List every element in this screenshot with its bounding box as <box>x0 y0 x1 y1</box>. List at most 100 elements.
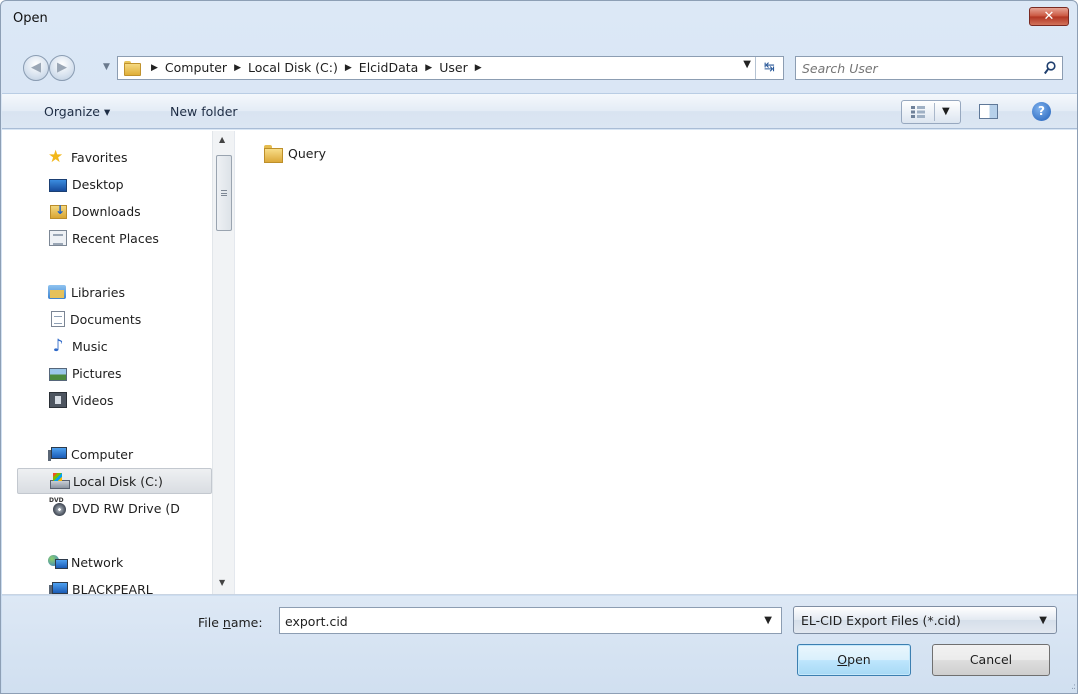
content-panes: ★ Favorites Desktop Downloads Recent Pla… <box>2 130 1077 595</box>
cancel-button[interactable]: Cancel <box>932 644 1050 676</box>
navigation-scrollbar[interactable]: ▲ ▼ <box>212 131 234 594</box>
breadcrumb-local-disk[interactable]: Local Disk (C:) <box>248 60 338 75</box>
sidebar-item-label: Local Disk (C:) <box>73 473 163 489</box>
star-icon: ★ <box>48 147 64 167</box>
open-button-accelerator: O <box>837 652 848 667</box>
open-button-label: pen <box>847 652 871 667</box>
computer-icon <box>49 581 68 594</box>
pane-divider[interactable] <box>234 131 235 594</box>
file-name-label-accelerator: n <box>222 615 231 630</box>
downloads-icon <box>49 203 67 219</box>
sidebar-item-label: Pictures <box>72 365 122 381</box>
new-folder-button[interactable]: New folder <box>170 104 238 119</box>
address-bar[interactable]: ▶ Computer ▶ Local Disk (C:) ▶ ElcidData… <box>117 56 784 80</box>
back-arrow-icon: ◀ <box>31 60 41 75</box>
file-name-label-part: ame: <box>230 615 263 630</box>
sidebar-item-dvd-drive[interactable]: DVD RW Drive (D <box>17 495 212 521</box>
back-button[interactable]: ◀ <box>23 55 49 81</box>
open-dialog: Open ✕ ◀ ▶ ▼ ▶ Computer ▶ Local Disk (C:… <box>0 0 1078 694</box>
close-icon: ✕ <box>1043 9 1055 24</box>
sidebar-item-music[interactable]: ♪ Music <box>17 333 212 359</box>
sidebar-item-label: Computer <box>71 446 134 462</box>
close-button[interactable]: ✕ <box>1029 7 1069 26</box>
file-name: Query <box>288 145 326 161</box>
breadcrumb: ▶ Computer ▶ Local Disk (C:) ▶ ElcidData… <box>144 60 489 75</box>
folder-icon <box>124 61 141 76</box>
sidebar-item-label: Favorites <box>71 149 128 165</box>
file-name-label: File name: <box>198 615 263 630</box>
sidebar-item-blackpearl[interactable]: BLACKPEARL <box>17 576 212 594</box>
search-icon[interactable] <box>1044 61 1056 75</box>
search-box[interactable] <box>795 56 1063 80</box>
open-button[interactable]: Open <box>797 644 911 676</box>
file-list: Query <box>236 131 1077 594</box>
scroll-down-icon[interactable]: ▼ <box>219 578 225 587</box>
breadcrumb-separator-icon[interactable]: ▶ <box>345 63 352 73</box>
sidebar-item-documents[interactable]: Documents <box>17 306 212 332</box>
sidebar-item-desktop[interactable]: Desktop <box>17 171 212 197</box>
change-view-button[interactable]: ▼ <box>901 100 961 124</box>
breadcrumb-computer[interactable]: Computer <box>165 60 227 75</box>
scrollbar-thumb[interactable] <box>216 155 232 231</box>
sidebar-item-label: Music <box>72 338 108 354</box>
navigation-pane: ★ Favorites Desktop Downloads Recent Pla… <box>17 131 234 594</box>
local-disk-icon <box>50 473 70 489</box>
preview-pane-icon[interactable] <box>979 104 998 119</box>
navigation-row: ◀ ▶ ▼ ▶ Computer ▶ Local Disk (C:) ▶ Elc… <box>1 48 1077 88</box>
grip-icon <box>221 190 227 196</box>
breadcrumb-separator-icon[interactable]: ▶ <box>234 63 241 73</box>
help-icon[interactable]: ? <box>1032 102 1051 121</box>
sidebar-item-computer[interactable]: Computer <box>17 441 212 467</box>
forward-arrow-icon: ▶ <box>57 60 67 75</box>
sidebar-item-recent-places[interactable]: Recent Places <box>17 225 212 251</box>
sidebar-item-label: BLACKPEARL <box>72 581 153 595</box>
resize-grip-icon[interactable]: .: <box>1071 682 1076 692</box>
sidebar-item-local-disk[interactable]: Local Disk (C:) <box>17 468 212 494</box>
sidebar-item-label: Network <box>71 554 124 570</box>
file-type-value: EL-CID Export Files (*.cid) <box>801 613 961 628</box>
sidebar-item-libraries[interactable]: Libraries <box>17 279 212 305</box>
view-list-icon <box>911 106 925 118</box>
sidebar-item-pictures[interactable]: Pictures <box>17 360 212 386</box>
view-dropdown-icon[interactable]: ▼ <box>942 106 950 117</box>
file-name-input[interactable] <box>285 612 745 630</box>
sidebar-item-label: Recent Places <box>72 230 159 246</box>
sidebar-item-videos[interactable]: Videos <box>17 387 212 413</box>
file-name-dropdown-icon[interactable]: ▼ <box>764 615 772 626</box>
file-name-combobox[interactable]: ▼ <box>279 607 782 634</box>
organize-button[interactable]: Organize ▾ <box>44 104 110 119</box>
scroll-up-icon[interactable]: ▲ <box>219 135 225 144</box>
list-item[interactable]: Query <box>264 143 326 163</box>
breadcrumb-separator-icon[interactable]: ▶ <box>151 63 158 73</box>
breadcrumb-user[interactable]: User <box>439 60 468 75</box>
music-icon: ♪ <box>52 336 64 356</box>
refresh-button[interactable]: ↹ <box>755 57 783 79</box>
sidebar-item-label: DVD RW Drive (D <box>72 500 180 516</box>
computer-icon <box>48 446 67 462</box>
sidebar-item-label: Videos <box>72 392 114 408</box>
file-type-select[interactable]: EL-CID Export Files (*.cid) ▼ <box>793 606 1057 634</box>
recent-places-icon <box>49 230 67 246</box>
recent-locations-dropdown-icon[interactable]: ▼ <box>103 62 110 72</box>
breadcrumb-separator-icon[interactable]: ▶ <box>475 63 482 73</box>
libraries-icon <box>48 284 66 300</box>
sidebar-item-label: Libraries <box>71 284 125 300</box>
view-button-divider <box>934 103 935 121</box>
pictures-icon <box>49 367 67 381</box>
search-input[interactable] <box>802 59 1032 77</box>
file-name-label-part: File <box>198 615 223 630</box>
documents-icon <box>51 311 65 327</box>
breadcrumb-separator-icon[interactable]: ▶ <box>425 63 432 73</box>
sidebar-item-network[interactable]: Network <box>17 549 212 575</box>
refresh-icon: ↹ <box>764 60 775 75</box>
window-title: Open <box>13 11 48 26</box>
network-icon <box>48 554 68 570</box>
file-type-dropdown-icon[interactable]: ▼ <box>1039 615 1047 626</box>
title-bar[interactable]: Open ✕ <box>1 1 1077 37</box>
breadcrumb-elciddata[interactable]: ElcidData <box>359 60 419 75</box>
sidebar-item-favorites[interactable]: ★ Favorites <box>17 144 212 170</box>
dvd-drive-icon <box>49 497 67 516</box>
address-dropdown-icon[interactable]: ▼ <box>743 59 751 70</box>
forward-button[interactable]: ▶ <box>49 55 75 81</box>
sidebar-item-downloads[interactable]: Downloads <box>17 198 212 224</box>
